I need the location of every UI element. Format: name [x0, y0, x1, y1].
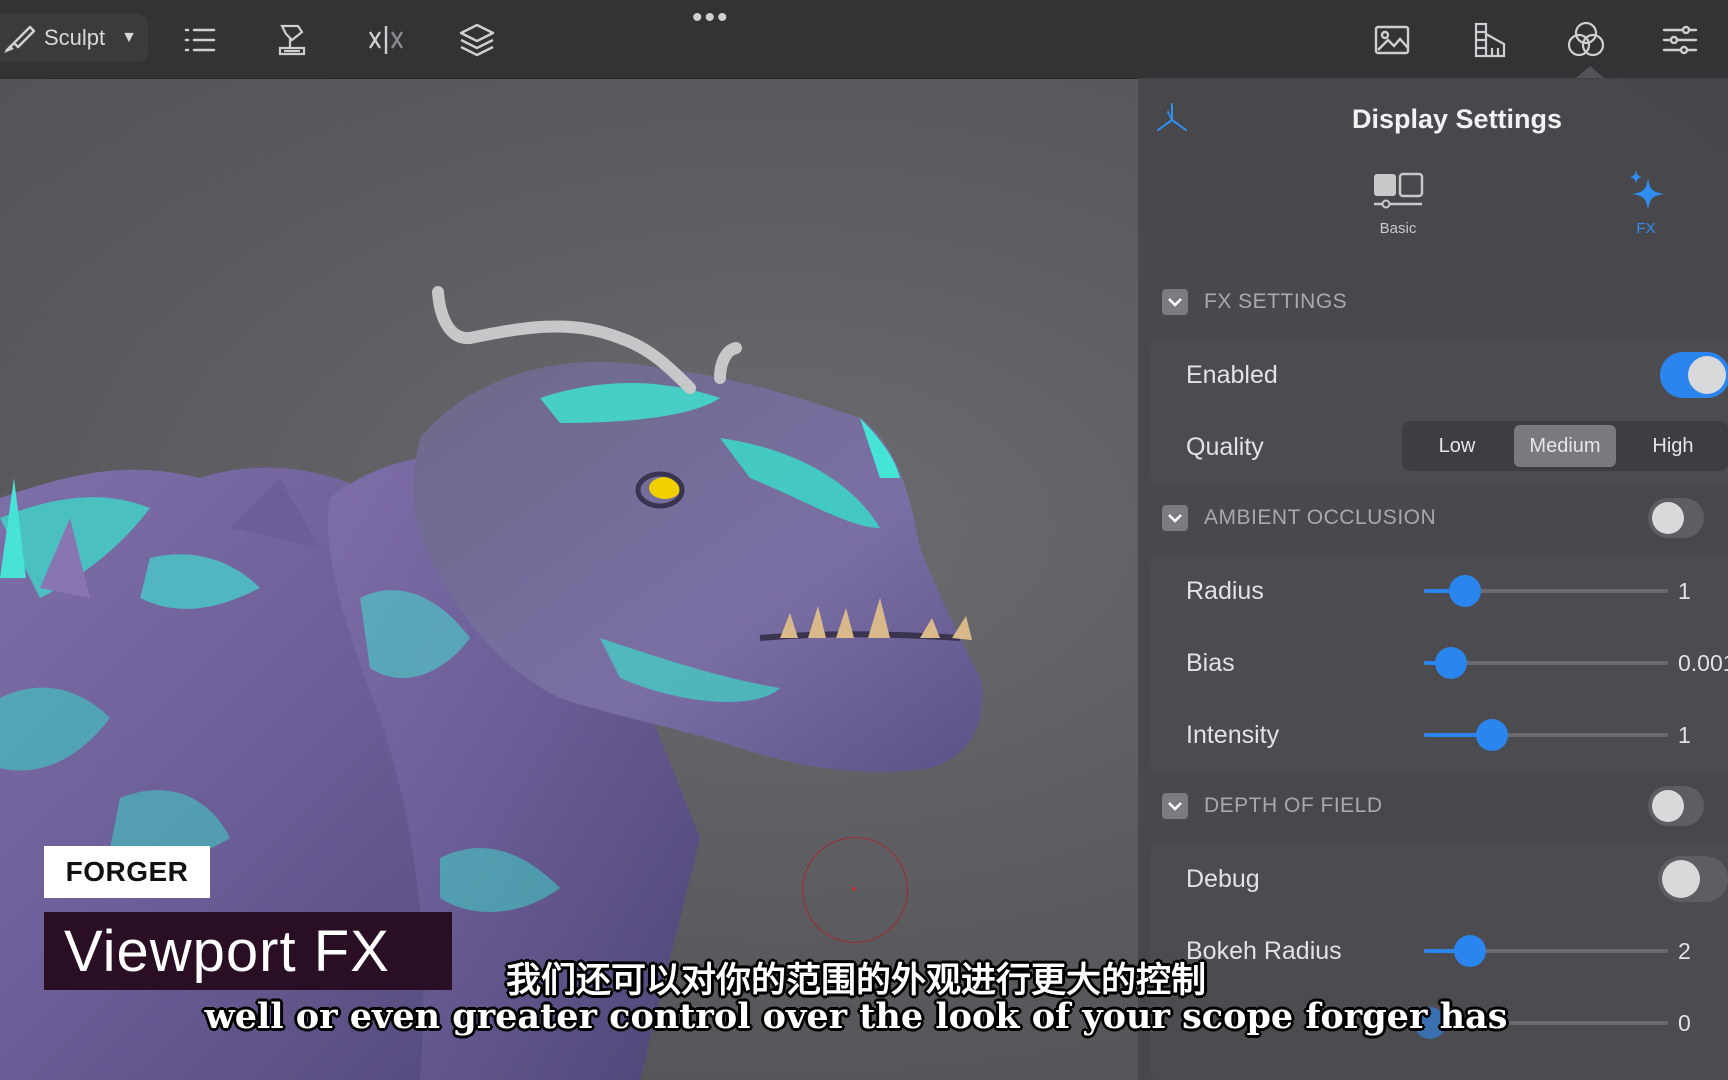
radius-slider[interactable] — [1424, 574, 1668, 608]
depth-of-field-checkbox[interactable] — [1162, 793, 1188, 819]
basic-layout-icon — [1374, 172, 1424, 209]
ambient-occlusion-header: AMBIENT OCCLUSION — [1162, 498, 1728, 538]
sparkles-icon — [1630, 170, 1664, 210]
bias-label: Bias — [1186, 648, 1235, 677]
quality-low-option[interactable]: Low — [1406, 425, 1508, 467]
bias-row: Bias 0.001 — [1150, 628, 1728, 698]
fx-settings-group: Enabled Quality Low Medium High — [1150, 340, 1728, 484]
axis-gizmo-icon[interactable] — [1152, 98, 1192, 138]
quality-segmented-control: Low Medium High — [1402, 421, 1728, 471]
depth-of-field-header: DEPTH OF FIELD — [1162, 786, 1728, 826]
ambient-occlusion-group: Radius 1 Bias 0.001 Intensity 1 — [1150, 556, 1728, 772]
tool-mode-dropdown[interactable]: Sculpt ▼ — [0, 14, 148, 62]
debug-row: Debug — [1150, 844, 1728, 914]
brush-icon — [4, 25, 36, 53]
intensity-slider[interactable] — [1424, 718, 1668, 752]
depth-of-field-title: DEPTH OF FIELD — [1204, 794, 1383, 817]
tab-basic[interactable]: Basic — [1338, 170, 1458, 237]
materials-icon[interactable] — [1564, 18, 1608, 62]
brush-cursor-center — [852, 887, 856, 891]
fx-settings-checkbox[interactable] — [1162, 289, 1188, 315]
symmetry-icon[interactable] — [364, 18, 408, 62]
layers-icon[interactable] — [455, 18, 499, 62]
list-icon[interactable] — [178, 18, 222, 62]
check-icon — [1168, 514, 1182, 523]
tab-basic-label: Basic — [1379, 220, 1417, 237]
palette-icon[interactable] — [1468, 18, 1512, 62]
brand-badge: FORGER — [44, 846, 210, 898]
bias-slider[interactable] — [1424, 646, 1668, 680]
fx-settings-header: FX SETTINGS — [1162, 282, 1728, 322]
quality-row: Quality Low Medium High — [1150, 412, 1728, 482]
quality-medium-option[interactable]: Medium — [1514, 425, 1616, 467]
depth-of-field-toggle[interactable] — [1648, 786, 1704, 826]
ambient-occlusion-title: AMBIENT OCCLUSION — [1204, 506, 1437, 529]
image-icon[interactable] — [1370, 18, 1414, 62]
enabled-label: Enabled — [1186, 360, 1278, 389]
radius-label: Radius — [1186, 576, 1264, 605]
ambient-occlusion-checkbox[interactable] — [1162, 505, 1188, 531]
debug-toggle[interactable] — [1658, 856, 1728, 902]
panel-header: Display Settings — [1138, 78, 1728, 168]
brand-name: FORGER — [65, 856, 189, 887]
bias-value: 0.001 — [1678, 649, 1728, 676]
ambient-occlusion-toggle[interactable] — [1648, 498, 1704, 538]
fx-settings-title: FX SETTINGS — [1204, 290, 1348, 313]
panel-title: Display Settings — [1352, 104, 1563, 134]
display-settings-panel: Display Settings Basic FX FX SETTINGS En… — [1138, 78, 1728, 1080]
top-toolbar: Sculpt ▼ ••• — [0, 0, 1728, 79]
radius-value: 1 — [1678, 577, 1691, 604]
enabled-row: Enabled — [1150, 340, 1728, 410]
quality-label: Quality — [1186, 432, 1264, 461]
tool-mode-label: Sculpt — [44, 25, 106, 50]
more-options-button[interactable]: ••• — [692, 3, 730, 33]
radius-row: Radius 1 — [1150, 556, 1728, 626]
sliders-icon[interactable] — [1658, 18, 1702, 62]
quality-high-option[interactable]: High — [1622, 425, 1724, 467]
enabled-toggle[interactable] — [1660, 352, 1728, 398]
stamp-icon[interactable] — [270, 18, 314, 62]
intensity-row: Intensity 1 — [1150, 700, 1728, 770]
subtitle-english: well or even greater control over the lo… — [204, 996, 1508, 1037]
tab-fx[interactable]: FX — [1586, 170, 1706, 237]
active-tab-indicator — [1576, 66, 1604, 78]
tab-fx-label: FX — [1636, 220, 1656, 237]
intensity-value: 1 — [1678, 721, 1691, 748]
chevron-down-icon: ▼ — [121, 29, 137, 46]
intensity-label: Intensity — [1186, 720, 1280, 749]
check-icon — [1168, 298, 1182, 307]
check-icon — [1168, 802, 1182, 811]
debug-label: Debug — [1186, 864, 1260, 893]
